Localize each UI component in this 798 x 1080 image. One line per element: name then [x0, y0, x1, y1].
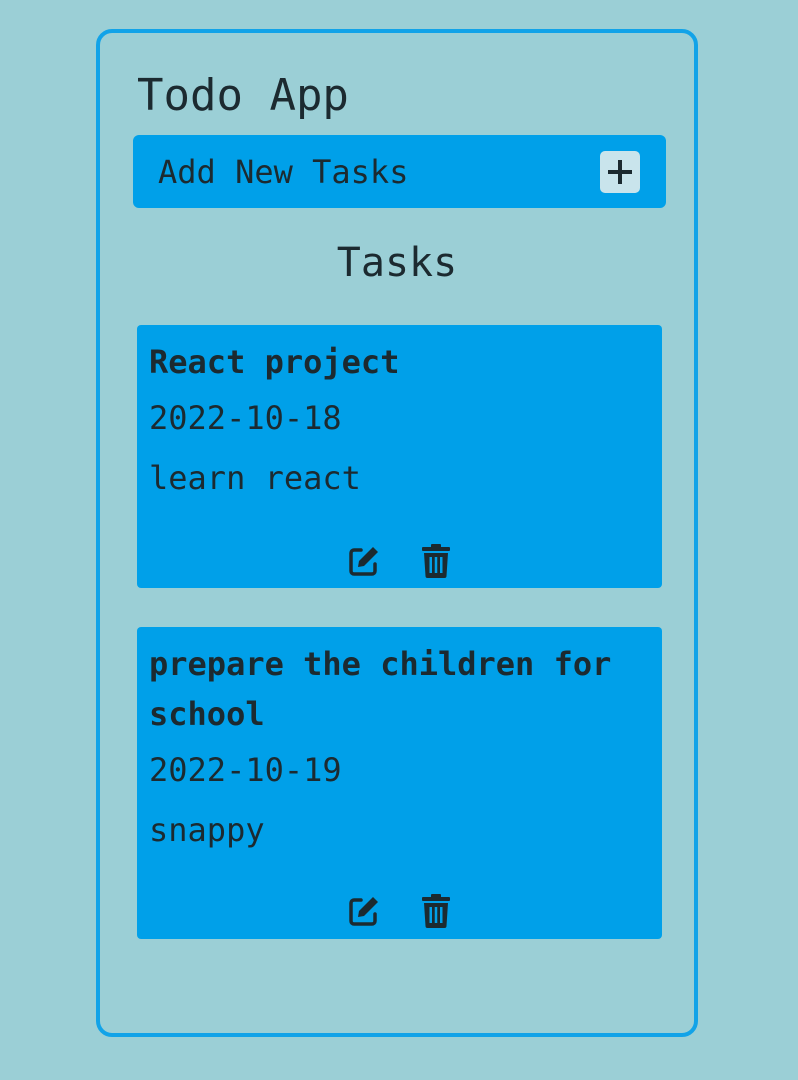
- plus-icon: [608, 160, 632, 184]
- add-task-bar[interactable]: Add New Tasks: [133, 135, 666, 208]
- add-task-button[interactable]: [600, 151, 640, 193]
- task-actions: [347, 893, 453, 929]
- task-actions: [347, 543, 453, 579]
- trash-icon: [422, 894, 450, 928]
- todo-app-container: Todo App Add New Tasks Tasks React proje…: [96, 29, 698, 1037]
- task-date: 2022-10-18: [149, 399, 342, 437]
- app-title: Todo App: [137, 70, 349, 121]
- trash-icon: [422, 544, 450, 578]
- task-description: learn react: [149, 459, 361, 497]
- task-card: React project 2022-10-18 learn react: [137, 325, 662, 588]
- task-title: prepare the children for school: [149, 645, 612, 733]
- edit-task-button[interactable]: [347, 543, 381, 579]
- edit-task-button[interactable]: [347, 893, 381, 929]
- tasks-heading: Tasks: [336, 240, 458, 286]
- task-description: snappy: [149, 811, 265, 849]
- add-task-label: Add New Tasks: [158, 153, 409, 191]
- delete-task-button[interactable]: [419, 543, 453, 579]
- task-date: 2022-10-19: [149, 751, 342, 789]
- edit-icon: [349, 547, 378, 576]
- task-title: React project: [149, 343, 400, 381]
- edit-icon: [349, 897, 378, 926]
- delete-task-button[interactable]: [419, 893, 453, 929]
- task-card: prepare the children for school 2022-10-…: [137, 627, 662, 939]
